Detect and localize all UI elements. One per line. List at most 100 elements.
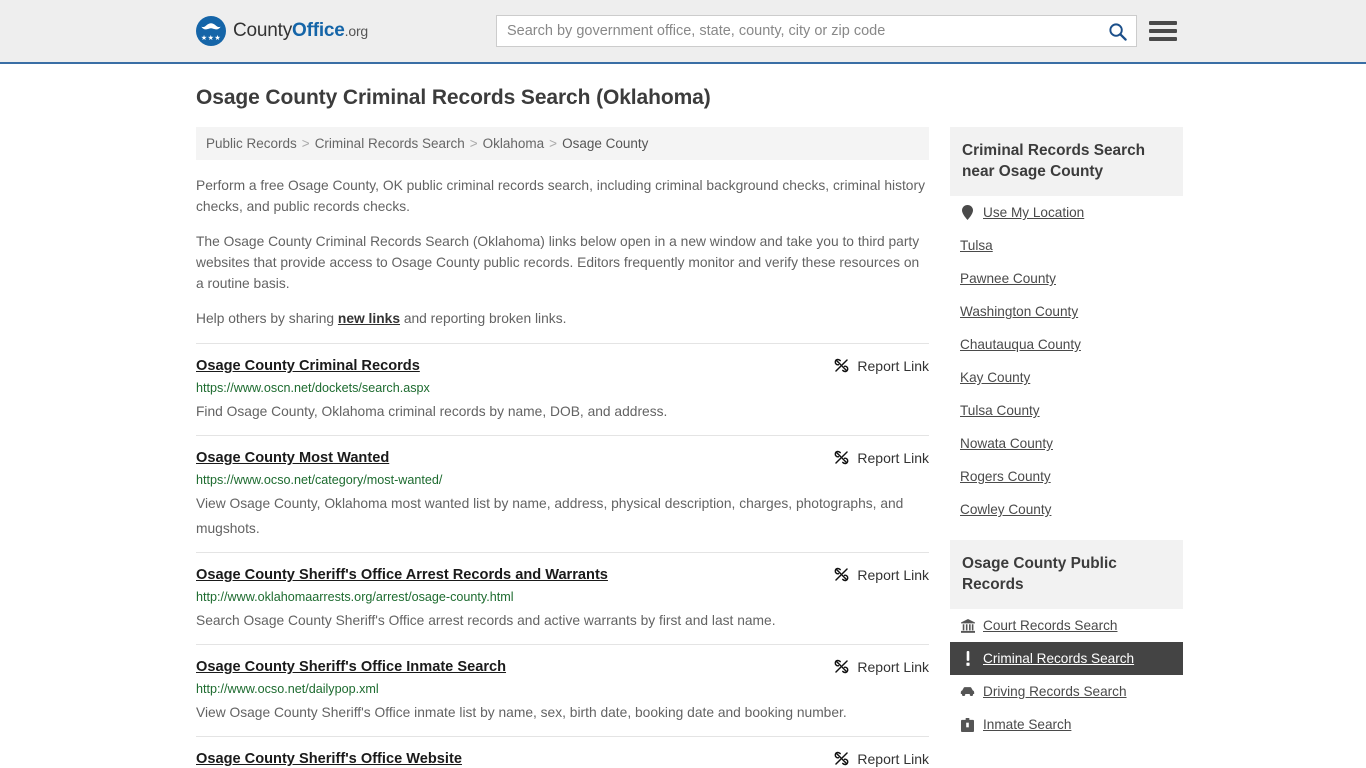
result-description: Find Osage County, Oklahoma criminal rec… <box>196 404 668 419</box>
breadcrumb-separator: > <box>301 136 310 151</box>
content-columns: Public Records > Criminal Records Search > O… <box>196 127 1183 768</box>
result-header: Osage County Sheriff's Office Arrest Rec… <box>196 565 929 585</box>
car-icon <box>960 684 975 699</box>
courthouse-icon <box>960 618 975 633</box>
broken-link-icon <box>834 751 849 766</box>
report-link-label: Report Link <box>857 566 929 583</box>
sidebar-item-driving-records-search[interactable]: Driving Records Search <box>950 675 1183 708</box>
stars-icon: ★★★ <box>200 35 222 42</box>
sidebar-item-tulsa-county[interactable]: Tulsa County <box>950 394 1183 427</box>
sidebar-item-label[interactable]: Inmate Search <box>983 717 1071 732</box>
sidebar-item-kay-county[interactable]: Kay County <box>950 361 1183 394</box>
sidebar-item-court-records-search[interactable]: Court Records Search <box>950 609 1183 642</box>
result-title-link[interactable]: Osage County Most Wanted <box>196 448 389 468</box>
result-item: Osage County Sheriff's Office Arrest Rec… <box>196 552 929 644</box>
page-title: Osage County Criminal Records Search (Ok… <box>196 86 711 109</box>
sidebar-item-label[interactable]: Nowata County <box>960 436 1053 451</box>
eagle-icon <box>201 23 221 30</box>
search-icon <box>1108 22 1127 41</box>
sidebar-item-inmate-search[interactable]: Inmate Search <box>950 708 1183 741</box>
sidebar-item-label[interactable]: Driving Records Search <box>983 684 1127 699</box>
sidebar-item-washington-county[interactable]: Washington County <box>950 295 1183 328</box>
new-links-link[interactable]: new links <box>338 311 400 326</box>
result-title-link[interactable]: Osage County Sheriff's Office Arrest Rec… <box>196 565 608 585</box>
sidebar: Criminal Records Search near Osage Count… <box>950 127 1183 755</box>
page-content: Osage County Criminal Records Search (Ok… <box>0 64 1366 768</box>
result-item: Osage County Sheriff's Office Inmate Sea… <box>196 644 929 736</box>
sidebar-item-nowata-county[interactable]: Nowata County <box>950 427 1183 460</box>
result-url[interactable]: http://www.oklahomaarrests.org/arrest/os… <box>196 589 929 606</box>
report-link-label: Report Link <box>857 750 929 767</box>
broken-link-icon <box>834 358 849 373</box>
report-link-button[interactable]: Report Link <box>833 657 929 675</box>
building-icon <box>960 717 975 732</box>
search-input[interactable] <box>497 16 1098 46</box>
broken-link-icon <box>834 659 849 674</box>
sidebar-item-label[interactable]: Chautauqua County <box>960 337 1081 352</box>
sidebar-item-label[interactable]: Pawnee County <box>960 271 1056 286</box>
result-title-link[interactable]: Osage County Criminal Records <box>196 356 420 376</box>
broken-link-icon <box>834 450 849 465</box>
menu-bar-2 <box>1149 29 1177 33</box>
intro-text: Perform a free Osage County, OK public c… <box>196 175 929 329</box>
exclamation-icon <box>960 651 975 666</box>
sidebar-item-use-my-location[interactable]: Use My Location <box>950 196 1183 229</box>
site-header: ★★★ CountyOffice.org <box>0 0 1366 64</box>
result-header: Osage County Criminal Records Report Lin… <box>196 356 929 376</box>
sidebar-item-label[interactable]: Cowley County <box>960 502 1051 517</box>
hamburger-menu-button[interactable] <box>1149 19 1177 43</box>
sidebar-item-label[interactable]: Rogers County <box>960 469 1051 484</box>
sidebar-item-label[interactable]: Use My Location <box>983 205 1084 220</box>
sidebar-item-rogers-county[interactable]: Rogers County <box>950 460 1183 493</box>
sidebar-item-label[interactable]: Tulsa <box>960 238 993 253</box>
result-url[interactable]: https://www.oscn.net/dockets/search.aspx <box>196 380 929 397</box>
brand-text: CountyOffice.org <box>233 20 368 42</box>
result-item: Osage County Sheriff's Office Website Re… <box>196 736 929 768</box>
report-link-button[interactable]: Report Link <box>833 749 929 767</box>
search-button[interactable] <box>1098 16 1136 46</box>
sidebar-item-criminal-records-search[interactable]: Criminal Records Search <box>950 642 1183 675</box>
search-bar <box>496 15 1137 47</box>
breadcrumb-separator: > <box>469 136 478 151</box>
sidebar-item-label[interactable]: Tulsa County <box>960 403 1040 418</box>
report-link-button[interactable]: Report Link <box>833 356 929 374</box>
result-item: Osage County Most Wanted Report Link htt… <box>196 435 929 552</box>
sidebar-item-label[interactable]: Criminal Records Search <box>983 651 1134 666</box>
breadcrumb-item-oklahoma[interactable]: Oklahoma <box>483 136 545 151</box>
report-link-button[interactable]: Report Link <box>833 565 929 583</box>
intro-paragraph-2: The Osage County Criminal Records Search… <box>196 234 920 291</box>
result-url[interactable]: https://www.ocso.net/category/most-wante… <box>196 472 929 489</box>
sidebar-public-records-box: Osage County Public Records Court Record… <box>950 540 1183 741</box>
sidebar-nearby-heading: Criminal Records Search near Osage Count… <box>950 127 1183 196</box>
result-item: Osage County Criminal Records Report Lin… <box>196 343 929 435</box>
report-link-label: Report Link <box>857 449 929 466</box>
sidebar-item-tulsa[interactable]: Tulsa <box>950 229 1183 262</box>
sidebar-item-chautauqua-county[interactable]: Chautauqua County <box>950 328 1183 361</box>
breadcrumb-item-criminal-records-search[interactable]: Criminal Records Search <box>315 136 465 151</box>
result-description: Search Osage County Sheriff's Office arr… <box>196 613 776 628</box>
map-pin-icon <box>960 205 975 220</box>
result-url[interactable]: http://www.ocso.net/dailypop.xml <box>196 681 929 698</box>
report-link-button[interactable]: Report Link <box>833 448 929 466</box>
brand-part-office: Office <box>292 20 345 41</box>
menu-bar-3 <box>1149 37 1177 41</box>
breadcrumb-item-osage-county: Osage County <box>562 136 649 151</box>
result-title-link[interactable]: Osage County Sheriff's Office Inmate Sea… <box>196 657 506 677</box>
result-header: Osage County Sheriff's Office Inmate Sea… <box>196 657 929 677</box>
countyoffice-logo-icon: ★★★ <box>196 16 226 46</box>
sidebar-item-pawnee-county[interactable]: Pawnee County <box>950 262 1183 295</box>
result-title-link[interactable]: Osage County Sheriff's Office Website <box>196 749 462 768</box>
breadcrumb-item-public-records[interactable]: Public Records <box>206 136 297 151</box>
sidebar-item-label[interactable]: Kay County <box>960 370 1030 385</box>
sidebar-item-label[interactable]: Washington County <box>960 304 1078 319</box>
breadcrumb: Public Records > Criminal Records Search > O… <box>196 127 929 160</box>
site-logo[interactable]: ★★★ CountyOffice.org <box>196 16 368 46</box>
sidebar-nearby-box: Criminal Records Search near Osage Count… <box>950 127 1183 526</box>
intro-paragraph-1: Perform a free Osage County, OK public c… <box>196 178 925 214</box>
sidebar-item-label[interactable]: Court Records Search <box>983 618 1117 633</box>
main-column: Public Records > Criminal Records Search > O… <box>196 127 929 768</box>
result-header: Osage County Sheriff's Office Website Re… <box>196 749 929 768</box>
sidebar-item-cowley-county[interactable]: Cowley County <box>950 493 1183 526</box>
result-description: View Osage County, Oklahoma most wanted … <box>196 496 904 536</box>
intro-paragraph-3: Help others by sharing new links and rep… <box>196 308 929 329</box>
